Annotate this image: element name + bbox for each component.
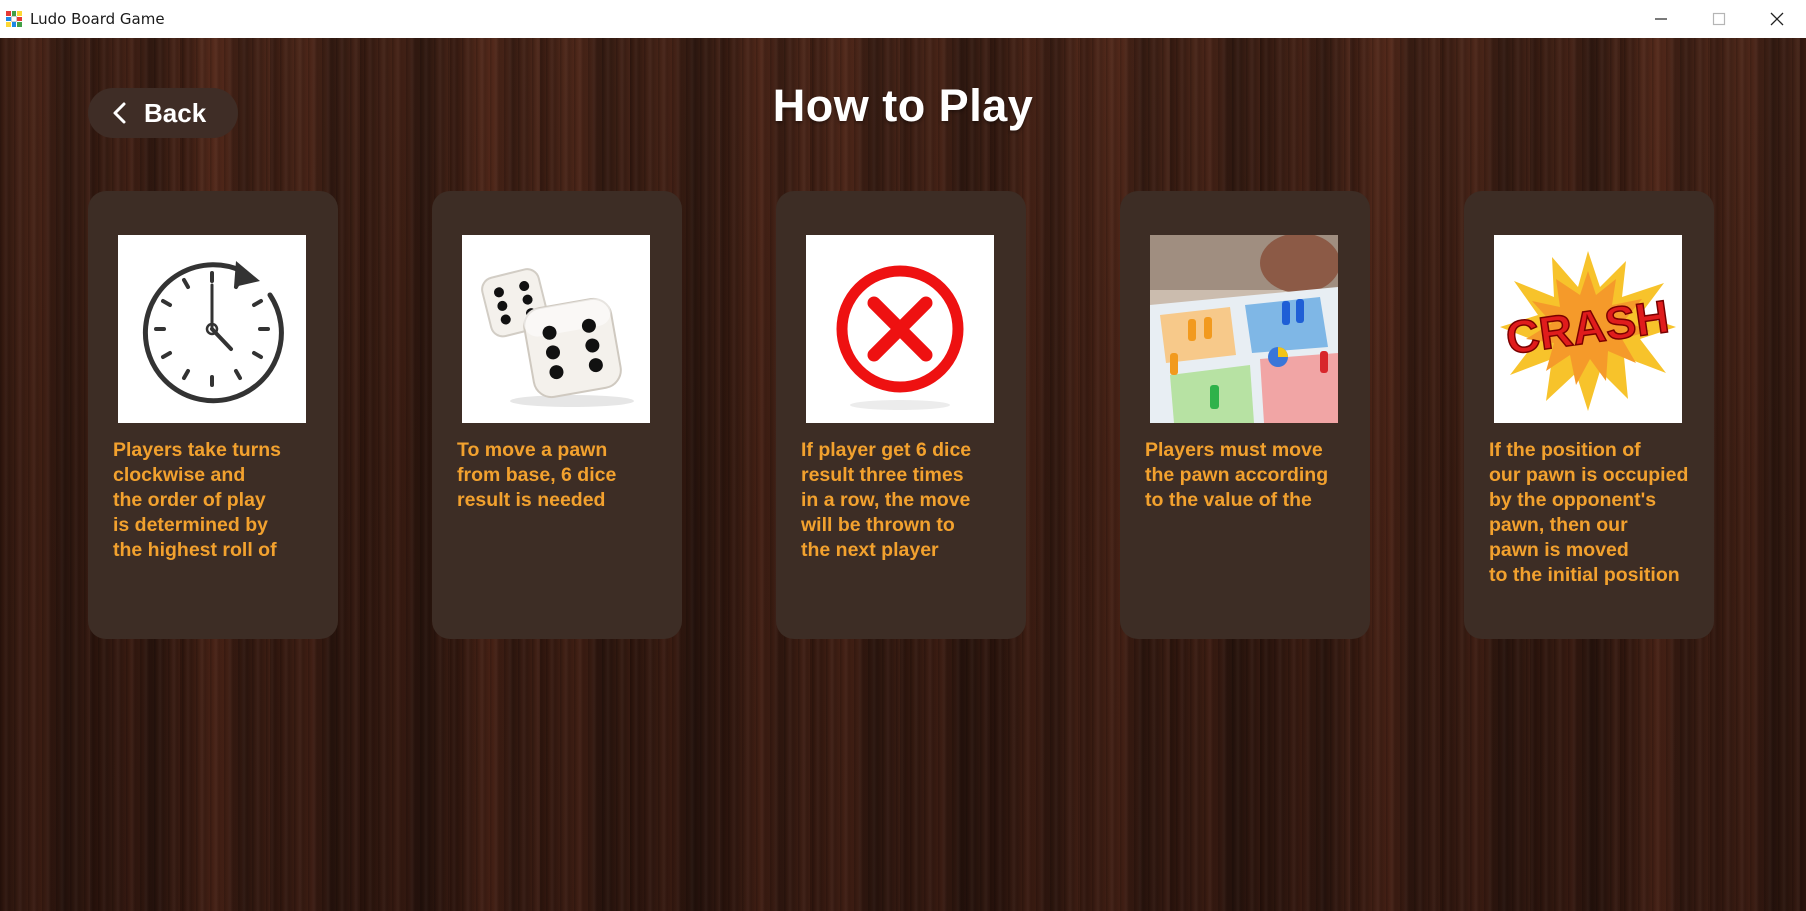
window-titlebar: Ludo Board Game: [0, 0, 1806, 38]
rule-text-4: Players must move the pawn according to …: [1145, 439, 1329, 511]
rule-card-2: To move a pawn from base, 6 dice result …: [432, 191, 682, 639]
maximize-button[interactable]: [1690, 0, 1748, 38]
ludo-app-icon: [6, 11, 22, 27]
wood-background: Back How to Play Players take turns cloc…: [0, 38, 1806, 911]
minimize-button[interactable]: [1632, 0, 1690, 38]
clock-rotate-icon: [118, 235, 306, 423]
maximize-icon: [1712, 12, 1726, 26]
rule-card-5: CRASH If the position of our pawn is occ…: [1464, 191, 1714, 639]
red-x-icon: [806, 235, 994, 423]
rule-text-3: If player get 6 dice result three times …: [801, 439, 972, 561]
window-title: Ludo Board Game: [30, 10, 165, 28]
ludo-board-photo: [1150, 235, 1338, 423]
page-title: How to Play: [772, 80, 1034, 131]
close-icon: [1770, 12, 1784, 26]
rule-card-1: Players take turns clockwise and the ord…: [88, 191, 338, 639]
rule-text-2: To move a pawn from base, 6 dice result …: [457, 439, 617, 511]
rule-text-5: If the position of our pawn is occupied …: [1489, 439, 1689, 586]
close-button[interactable]: [1748, 0, 1806, 38]
window-controls: [1632, 0, 1806, 38]
rule-text-1: Players take turns clockwise and the ord…: [113, 439, 282, 561]
minimize-icon: [1655, 18, 1667, 20]
crash-burst-icon: CRASH: [1494, 235, 1682, 423]
rule-card-3: If player get 6 dice result three times …: [776, 191, 1026, 639]
rule-card-4: Players must move the pawn according to …: [1120, 191, 1370, 639]
dice-icon: [462, 235, 650, 423]
